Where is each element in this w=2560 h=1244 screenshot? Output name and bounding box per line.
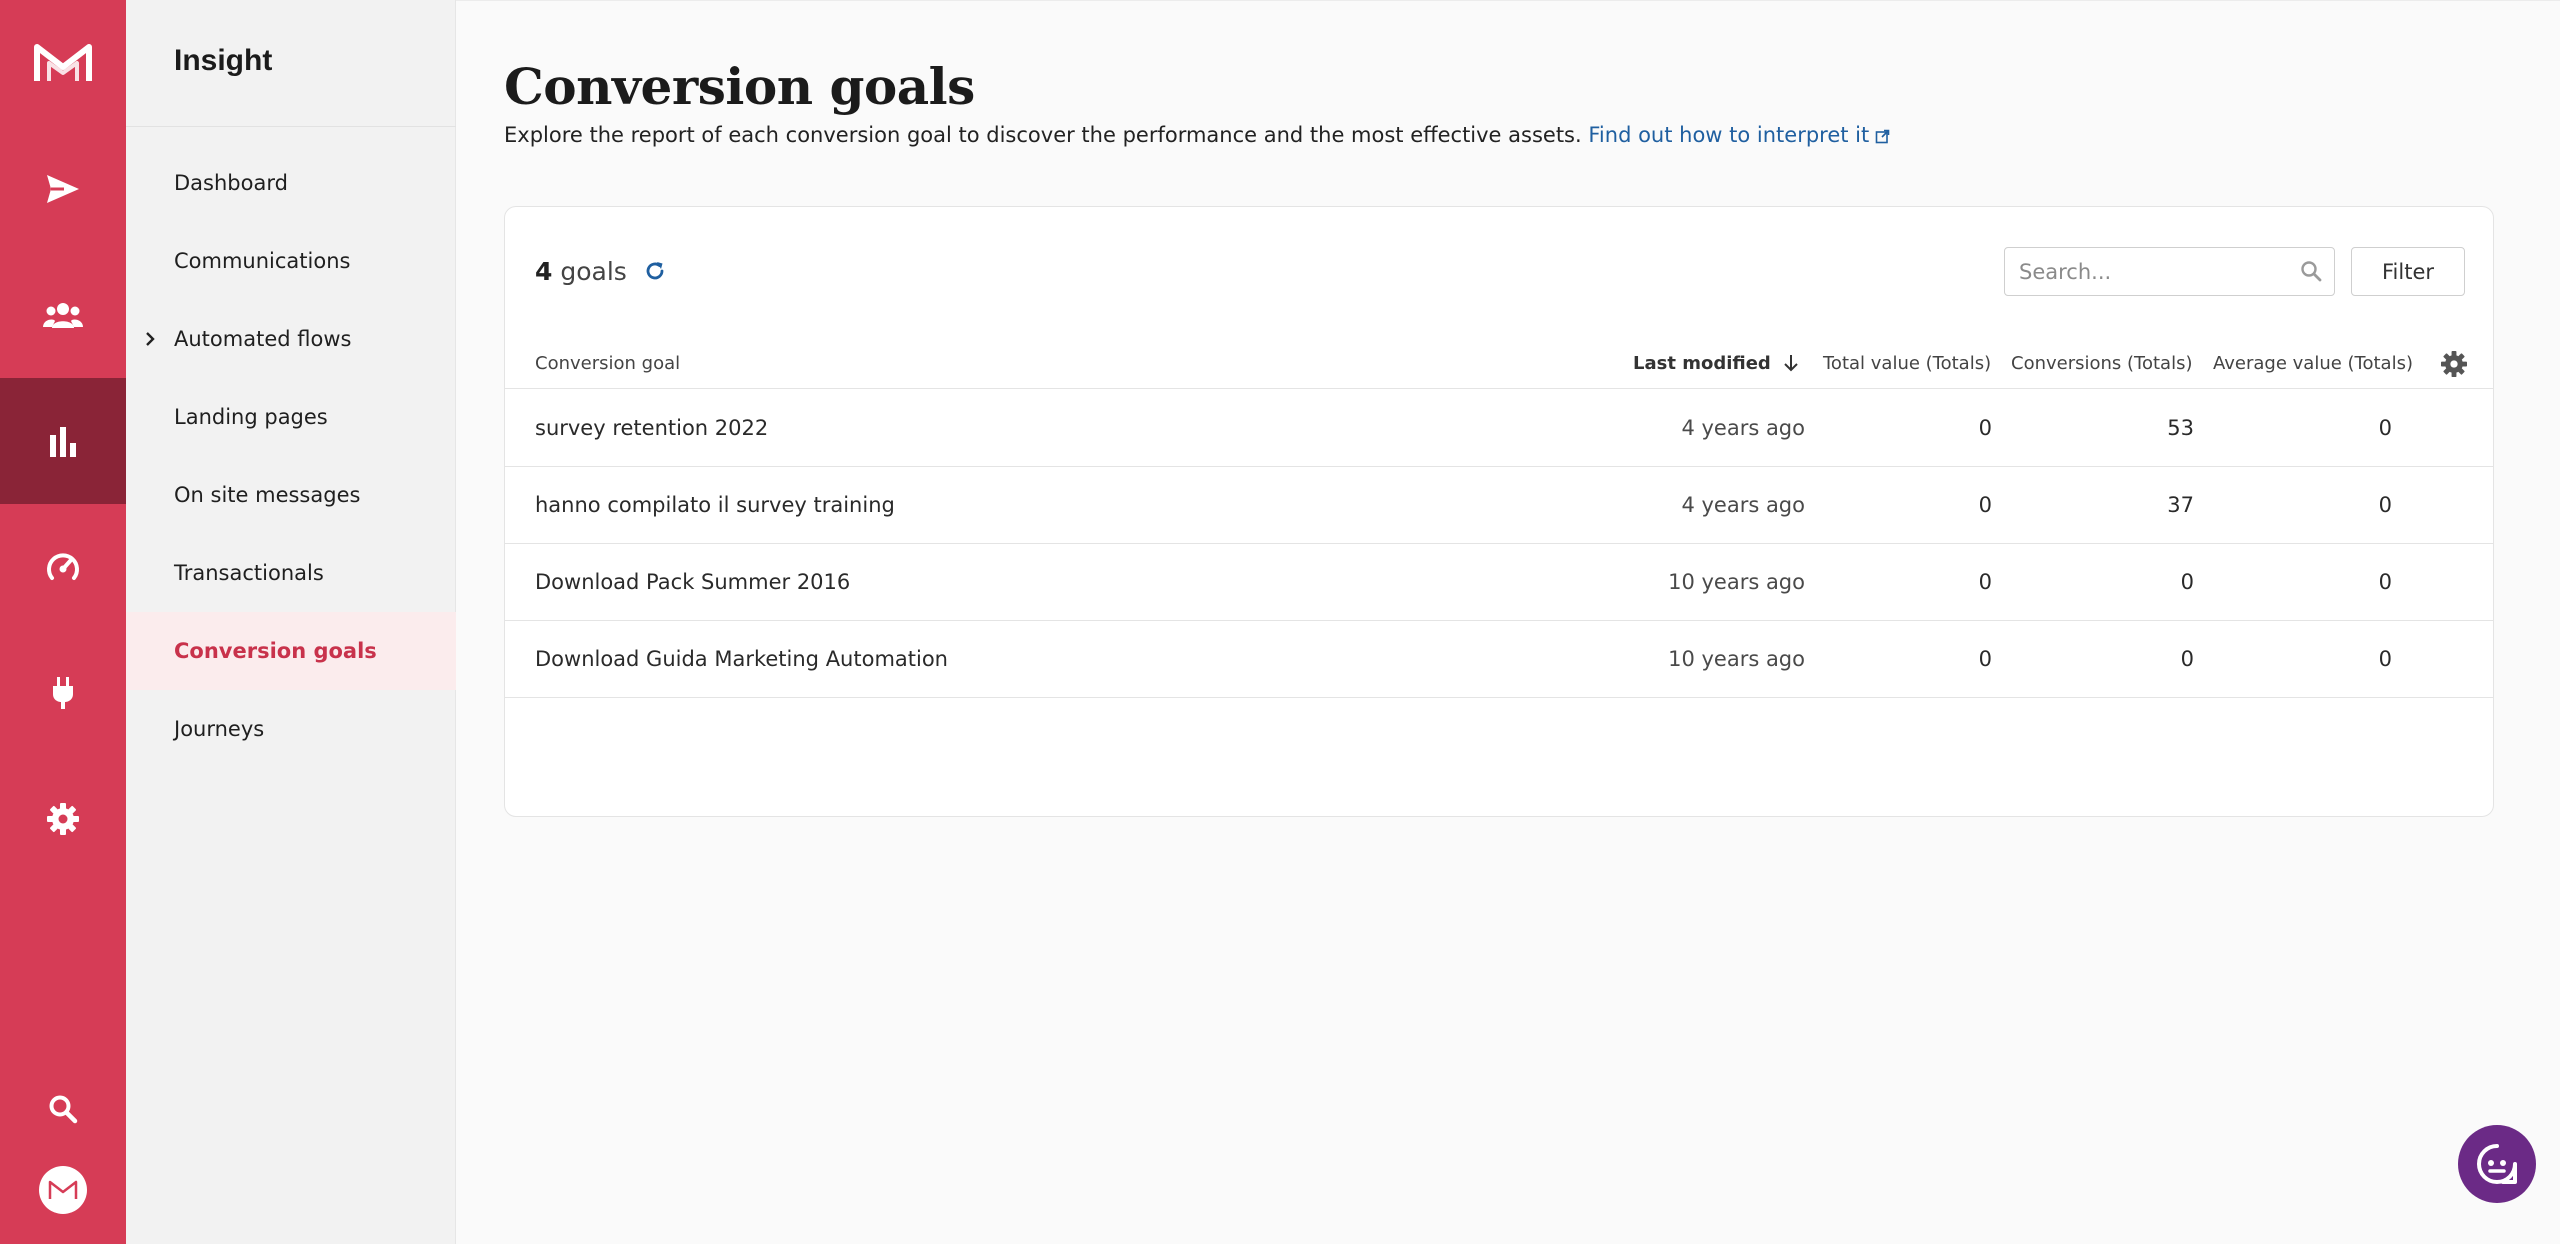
app-logo[interactable]	[0, 0, 126, 126]
goals-count-label: goals	[560, 257, 627, 286]
rail-item-performance[interactable]	[0, 504, 126, 630]
total-value-cell: 0	[1978, 493, 1992, 517]
sidebar-item-transactionals[interactable]: Transactionals	[126, 534, 456, 612]
last-modified-cell: 4 years ago	[1681, 493, 1805, 517]
gear-icon	[47, 803, 79, 835]
goals-card: 4 goals Filter Conversion goal Last modi…	[504, 206, 2494, 817]
sidebar-item-label: Automated flows	[174, 327, 352, 351]
sidebar-item-label: Communications	[174, 249, 351, 273]
average-value-cell: 0	[2378, 493, 2392, 517]
app-rail	[0, 0, 126, 1244]
sidebar-item-landing-pages[interactable]: Landing pages	[126, 378, 456, 456]
goal-name[interactable]: survey retention 2022	[535, 390, 768, 466]
sidebar-item-label: Journeys	[174, 717, 265, 741]
chevron-right-icon[interactable]	[144, 300, 156, 378]
filter-button[interactable]: Filter	[2351, 247, 2465, 296]
external-link-icon	[1875, 129, 1890, 144]
column-header-goal[interactable]: Conversion goal	[535, 353, 680, 374]
column-settings-button[interactable]	[2441, 351, 2467, 382]
table-header: Conversion goal Last modified Total valu…	[505, 343, 2493, 389]
sidebar-item-label: Conversion goals	[174, 639, 377, 663]
last-modified-cell: 10 years ago	[1668, 647, 1805, 671]
sidebar-item-dashboard[interactable]: Dashboard	[126, 144, 456, 222]
table-row[interactable]: hanno compilato il survey training 4 yea…	[505, 467, 2493, 544]
sidebar-item-communications[interactable]: Communications	[126, 222, 456, 300]
sidebar-item-journeys[interactable]: Journeys	[126, 690, 456, 768]
conversions-cell: 0	[2180, 647, 2194, 671]
main-content: Conversion goals Explore the report of e…	[456, 0, 2560, 1244]
bar-chart-icon	[50, 427, 76, 457]
section-nav: Dashboard Communications Automated flows…	[126, 144, 456, 768]
sidebar-item-on-site-messages[interactable]: On site messages	[126, 456, 456, 534]
conversions-cell: 37	[2167, 493, 2194, 517]
avatar[interactable]	[39, 1166, 87, 1214]
column-header-conversions[interactable]: Conversions (Totals)	[2011, 353, 2192, 374]
refresh-button[interactable]	[643, 259, 667, 287]
rail-item-settings[interactable]	[0, 756, 126, 882]
column-header-label: Last modified	[1633, 353, 1771, 374]
brand-logo-icon	[34, 44, 92, 81]
table-row[interactable]: Download Guida Marketing Automation 10 y…	[505, 621, 2493, 698]
average-value-cell: 0	[2378, 416, 2392, 440]
description-text: Explore the report of each conversion go…	[504, 123, 1582, 147]
table-row[interactable]: survey retention 2022 4 years ago 0 53 0	[505, 390, 2493, 467]
goal-name[interactable]: hanno compilato il survey training	[535, 467, 895, 543]
search-box[interactable]	[2004, 247, 2335, 296]
section-title: Insight	[174, 44, 273, 77]
page-title: Conversion goals	[504, 57, 975, 116]
chat-icon	[2477, 1144, 2517, 1184]
total-value-cell: 0	[1978, 416, 1992, 440]
help-link[interactable]: Find out how to interpret it	[1588, 123, 1890, 147]
column-header-average-value[interactable]: Average value (Totals)	[2213, 353, 2413, 374]
rail-item-search[interactable]	[0, 1046, 126, 1172]
avatar-logo-icon	[48, 1180, 78, 1199]
search-icon	[49, 1095, 78, 1124]
column-header-total-value[interactable]: Total value (Totals)	[1823, 353, 1991, 374]
average-value-cell: 0	[2378, 647, 2392, 671]
gauge-icon	[47, 553, 79, 580]
sidebar-item-automated-flows[interactable]: Automated flows	[126, 300, 456, 378]
rail-item-insight[interactable]	[0, 378, 126, 504]
sidebar-item-label: On site messages	[174, 483, 361, 507]
conversions-cell: 53	[2167, 416, 2194, 440]
plug-icon	[53, 677, 73, 709]
arrow-down-icon	[1784, 355, 1798, 372]
average-value-cell: 0	[2378, 570, 2392, 594]
search-input[interactable]	[2019, 259, 2289, 284]
rail-item-campaigns[interactable]	[0, 126, 126, 252]
sidebar-item-label: Landing pages	[174, 405, 328, 429]
sidebar-item-conversion-goals[interactable]: Conversion goals	[126, 612, 456, 690]
table-row[interactable]: Download Pack Summer 2016 10 years ago 0…	[505, 544, 2493, 621]
users-icon	[43, 303, 83, 328]
chat-support-button[interactable]	[2458, 1125, 2536, 1203]
page-description: Explore the report of each conversion go…	[504, 123, 1890, 147]
goal-name[interactable]: Download Pack Summer 2016	[535, 544, 850, 620]
column-header-last-modified[interactable]: Last modified	[1633, 353, 1799, 374]
help-link-label: Find out how to interpret it	[1588, 123, 1870, 147]
sidebar-item-label: Transactionals	[174, 561, 324, 585]
last-modified-cell: 10 years ago	[1668, 570, 1805, 594]
gear-icon	[2441, 351, 2467, 377]
section-sidebar: Insight Dashboard Communications Automat…	[126, 0, 456, 1244]
rail-item-integrations[interactable]	[0, 630, 126, 756]
sidebar-item-label: Dashboard	[174, 171, 288, 195]
last-modified-cell: 4 years ago	[1681, 416, 1805, 440]
goals-count: 4 goals	[535, 257, 627, 286]
goal-name[interactable]: Download Guida Marketing Automation	[535, 621, 948, 697]
refresh-icon	[646, 262, 664, 280]
conversions-cell: 0	[2180, 570, 2194, 594]
total-value-cell: 0	[1978, 570, 1992, 594]
rail-item-contacts[interactable]	[0, 252, 126, 378]
sidebar-divider	[126, 126, 456, 127]
goals-count-number: 4	[535, 257, 553, 286]
search-icon	[2301, 261, 2322, 282]
total-value-cell: 0	[1978, 647, 1992, 671]
paper-plane-icon	[47, 175, 79, 203]
